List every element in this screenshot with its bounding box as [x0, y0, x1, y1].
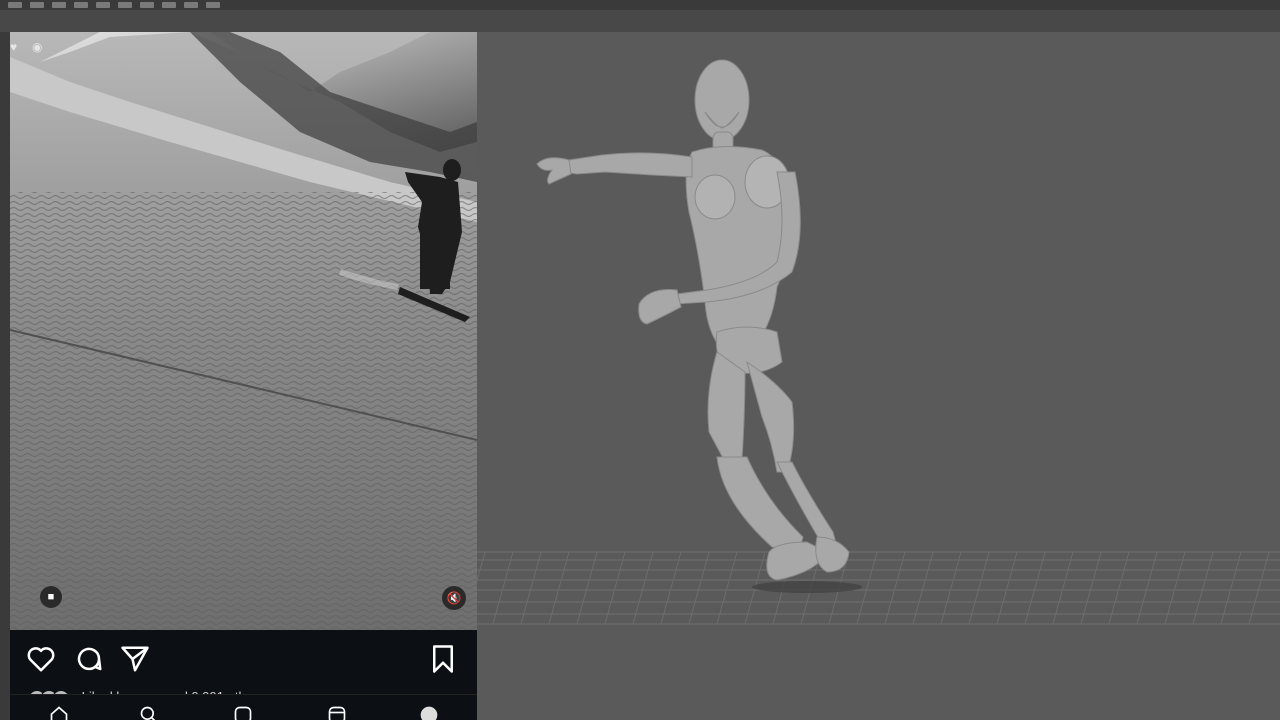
- tool-icon-10[interactable]: [206, 2, 220, 8]
- grid-line: [1024, 551, 1046, 625]
- tool-icon-4[interactable]: [74, 2, 88, 8]
- panel-edge: [0, 32, 10, 720]
- video-top-controls: ♥ ◉: [10, 40, 50, 54]
- grid-line: [660, 551, 682, 625]
- mannequin: [536, 59, 862, 593]
- grid-line: [604, 551, 626, 625]
- home-icon[interactable]: [46, 705, 72, 720]
- shopping-bag-icon[interactable]: ■: [40, 586, 62, 608]
- bookmark-icon[interactable]: [428, 644, 458, 674]
- tool-icon-3[interactable]: [52, 2, 66, 8]
- tool-icon-9[interactable]: [184, 2, 198, 8]
- grid-line: [632, 551, 654, 625]
- grid-line: [492, 551, 514, 625]
- tool-icon-2[interactable]: [30, 2, 44, 8]
- post-video[interactable]: ♥ ◉ ■ 🔇: [10, 32, 477, 630]
- reels-icon[interactable]: [324, 705, 350, 720]
- grid-line: [477, 551, 486, 583]
- grid-line: [576, 551, 598, 625]
- shield-heart-icon[interactable]: ♥: [10, 40, 28, 54]
- app-subbar: [0, 10, 1280, 33]
- snowboard-video-frame: [10, 32, 477, 630]
- 3d-viewport[interactable]: [477, 32, 1280, 720]
- heart-icon[interactable]: [26, 644, 56, 674]
- speaker-muted-icon[interactable]: 🔇: [442, 586, 466, 610]
- grid-line: [548, 551, 570, 625]
- grid-line: [520, 551, 542, 625]
- post-action-bar: [10, 630, 477, 690]
- grid-line: [1080, 551, 1102, 625]
- grid-line: [1192, 551, 1214, 625]
- grid-line: [688, 551, 710, 625]
- ground-grid: [477, 551, 1280, 625]
- tool-icon-6[interactable]: [118, 2, 132, 8]
- grid-line: [1164, 551, 1186, 625]
- camera-icon[interactable]: ◉: [32, 40, 50, 54]
- grid-line: [912, 551, 934, 625]
- grid-line: [1248, 551, 1270, 625]
- tool-icon-1[interactable]: [8, 2, 22, 8]
- grid-line: [940, 551, 962, 625]
- tool-icon-7[interactable]: [140, 2, 154, 8]
- grid-line: [716, 551, 738, 625]
- create-icon[interactable]: [230, 705, 256, 720]
- grid-line: [884, 551, 906, 625]
- search-icon[interactable]: [136, 705, 162, 720]
- grid-line: [1136, 551, 1158, 625]
- comment-icon[interactable]: [74, 644, 104, 674]
- tool-icon-5[interactable]: [96, 2, 110, 8]
- send-icon[interactable]: [120, 644, 150, 674]
- app-toolbar: [0, 0, 1280, 10]
- grid-line: [1052, 551, 1074, 625]
- grid-line: [996, 551, 1018, 625]
- grid-line: [1220, 551, 1242, 625]
- grid-line: [1108, 551, 1130, 625]
- grid-line: [968, 551, 990, 625]
- instagram-bottom-nav: [10, 694, 477, 720]
- tool-icon-8[interactable]: [162, 2, 176, 8]
- profile-icon[interactable]: [416, 705, 442, 720]
- viewport-scene: [477, 59, 1280, 625]
- instagram-post-panel: ♥ ◉ ■ 🔇 Liked by ........ and 9,991 othe…: [0, 32, 477, 720]
